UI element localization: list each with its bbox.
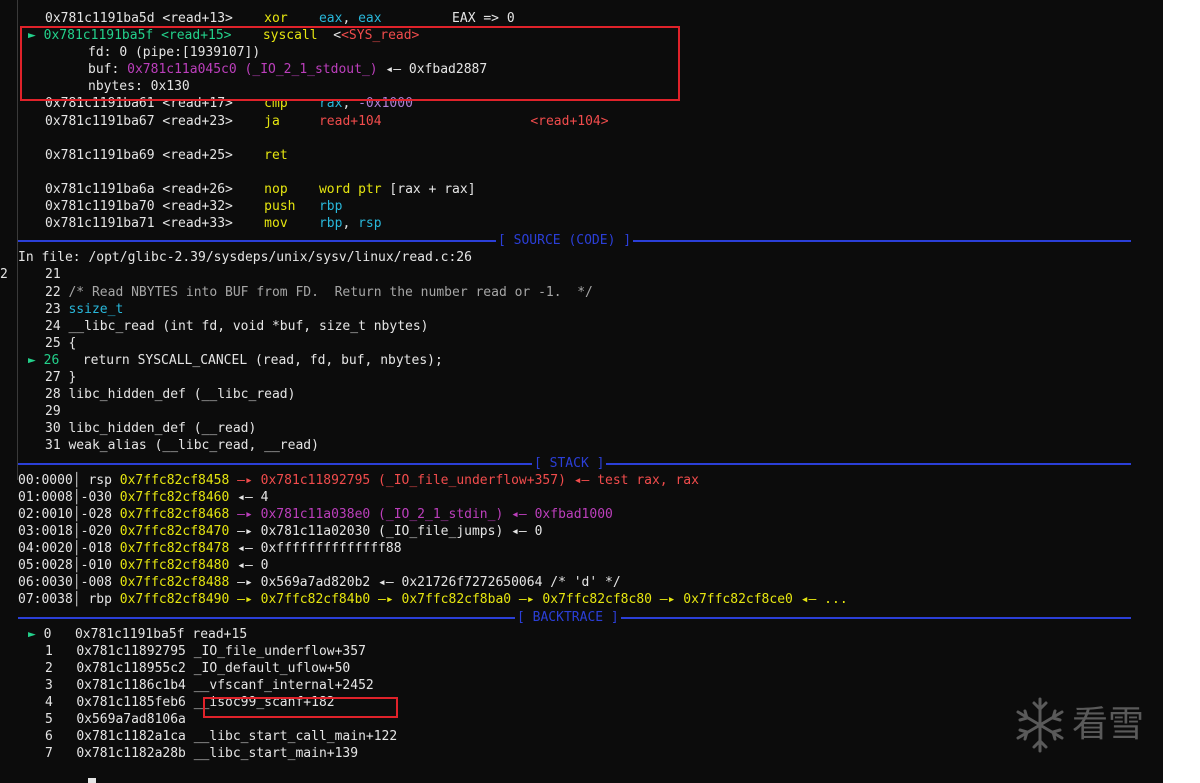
disasm-line: 0x781c1191ba67 <read+23> ja read+104 <re… [45, 114, 609, 129]
backtrace-frame: 3 0x781c1186c1b4 __vfscanf_internal+2452 [45, 678, 374, 693]
stack-row: 02:0010│-028 0x7ffc82cf8468 —▸ 0x781c11a… [18, 507, 613, 522]
stack-row: 05:0028│-010 0x7ffc82cf8480 ◂— 0 [18, 558, 269, 573]
disasm-line: 0x781c1191ba5d <read+13> xor eax, eax EA… [45, 11, 515, 26]
watermark: 看雪 [1010, 693, 1150, 757]
scanf-highlight-box [203, 697, 398, 718]
scrollbar-area[interactable] [1163, 0, 1200, 783]
source-line-current: ► 26 return SYSCALL_CANCEL (read, fd, bu… [28, 353, 443, 368]
stack-row: 01:0008│-030 0x7ffc82cf8460 ◂— 4 [18, 490, 269, 505]
stack-row: 04:0020│-018 0x7ffc82cf8478 ◂— 0xfffffff… [18, 541, 402, 556]
backtrace-frame: 5 0x569a7ad8106a [45, 712, 186, 727]
stack-row: 07:0038│ rbp 0x7ffc82cf8490 —▸ 0x7ffc82c… [18, 592, 848, 607]
disasm-line: 0x781c1191ba69 <read+25> ret [45, 148, 288, 163]
watermark-text: 看雪 [1072, 704, 1145, 745]
source-line: 24 __libc_read (int fd, void *buf, size_… [45, 319, 429, 334]
edge-char: 2 [0, 267, 8, 282]
stack-row: 06:0030│-008 0x7ffc82cf8488 —▸ 0x569a7ad… [18, 575, 621, 590]
source-line: 31 weak_alias (__libc_read, __read) [45, 438, 319, 453]
source-file-path: In file: /opt/glibc-2.39/sysdeps/unix/sy… [18, 250, 472, 265]
source-header: [ SOURCE (CODE) ] [496, 232, 634, 249]
backtrace-frame-current: ► 0 0x781c1191ba5f read+15 [28, 627, 248, 642]
disasm-line: 0x781c1191ba71 <read+33> mov rbp, rsp [45, 216, 382, 231]
stack-row: 00:0000│ rsp 0x7ffc82cf8458 —▸ 0x781c118… [18, 473, 699, 488]
snowflake-icon [1016, 697, 1064, 753]
source-line: 23 ssize_t [45, 302, 124, 317]
stack-row: 03:0018│-020 0x7ffc82cf8470 —▸ 0x781c11a… [18, 524, 543, 539]
backtrace-frame: 6 0x781c1182a1ca __libc_start_call_main+… [45, 729, 398, 744]
terminal-cursor [88, 778, 96, 783]
source-line: 29 [45, 404, 61, 419]
backtrace-header: [ BACKTRACE ] [515, 609, 621, 626]
disasm-line: 0x781c1191ba6a <read+26> nop word ptr [r… [45, 182, 476, 197]
syscall-highlight-box [20, 26, 680, 101]
source-line: 25 { [45, 336, 77, 351]
terminal-window[interactable]: 0x781c1191ba5d <read+13> xor eax, eax EA… [0, 0, 1163, 783]
stack-header: [ STACK ] [532, 455, 607, 472]
source-line: 21 [45, 267, 61, 282]
backtrace-frame: 1 0x781c11892795 _IO_file_underflow+357 [45, 644, 366, 659]
source-line: 28 libc_hidden_def (__libc_read) [45, 387, 296, 402]
backtrace-frame: 2 0x781c118955c2 _IO_default_uflow+50 [45, 661, 351, 676]
source-line: 22 /* Read NBYTES into BUF from FD. Retu… [45, 285, 593, 300]
source-line: 27 } [45, 370, 77, 385]
source-line: 30 libc_hidden_def (__read) [45, 421, 257, 436]
disasm-line: 0x781c1191ba70 <read+32> push rbp [45, 199, 343, 214]
backtrace-frame: 7 0x781c1182a28b __libc_start_main+139 [45, 746, 359, 761]
